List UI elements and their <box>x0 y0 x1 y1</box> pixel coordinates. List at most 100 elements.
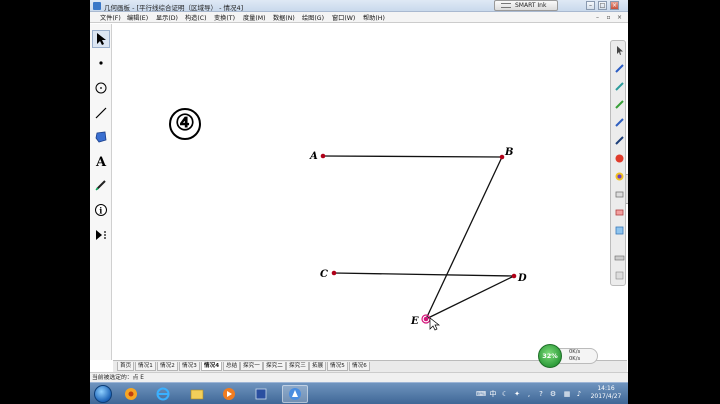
segment-de[interactable] <box>425 275 515 320</box>
menu-measure[interactable]: 度量(M) <box>243 13 266 22</box>
language-icon[interactable]: 中 <box>488 389 498 399</box>
pen-blue-2-icon[interactable] <box>613 116 625 128</box>
gear-icon[interactable]: ⚙ <box>548 389 558 399</box>
play-dots-icon <box>96 230 106 240</box>
pen-dark-icon[interactable] <box>613 134 625 146</box>
tab-extension[interactable]: 拓展 <box>309 362 327 371</box>
menu-display[interactable]: 显示(D) <box>156 13 178 22</box>
help-icon[interactable]: ? <box>536 389 546 399</box>
doc-restore-icon[interactable]: ▫ <box>605 14 612 21</box>
memory-percent: 32% <box>538 344 562 368</box>
taskbar-app-film[interactable] <box>248 385 274 403</box>
eraser-icon[interactable] <box>613 188 625 200</box>
menu-bar: 文件(F) 编辑(E) 显示(D) 构造(C) 变换(T) 度量(M) 数据(N… <box>90 12 628 23</box>
tab-case-2[interactable]: 情况2 <box>157 362 178 371</box>
arrow-select-tool[interactable] <box>92 30 110 48</box>
tab-summary[interactable]: 总结 <box>223 362 241 371</box>
settings-icon[interactable] <box>613 269 625 281</box>
menu-file[interactable]: 文件(F) <box>100 13 121 22</box>
clock-time: 14:16 <box>597 385 615 392</box>
pen-teal-icon[interactable] <box>613 80 625 92</box>
custom-tool[interactable] <box>92 226 110 244</box>
clock[interactable]: 14:16 2017/4/27 <box>584 385 628 401</box>
tab-explore-3[interactable]: 探究三 <box>286 362 309 371</box>
pin-icon[interactable]: ✦ <box>512 389 522 399</box>
network-icon[interactable]: ▦ <box>562 389 572 399</box>
mouse-cursor-icon <box>429 317 441 331</box>
label-e[interactable]: E <box>410 316 419 327</box>
keyboard-icon[interactable] <box>613 251 625 263</box>
highlighter-red-icon[interactable] <box>613 152 625 164</box>
info-icon: i <box>95 204 107 216</box>
taskbar-app-explorer[interactable] <box>184 385 210 403</box>
smart-ink-label: SMART Ink <box>515 2 547 9</box>
polygon-icon <box>95 131 107 143</box>
segment-be[interactable] <box>425 156 503 320</box>
point-e[interactable] <box>423 316 429 322</box>
menu-transform[interactable]: 变换(T) <box>214 13 235 22</box>
moon-icon[interactable]: ☾ <box>500 389 510 399</box>
menu-construct[interactable]: 构造(C) <box>185 13 207 22</box>
pen-blue-icon[interactable] <box>613 62 625 74</box>
menu-help[interactable]: 帮助(H) <box>363 13 385 22</box>
folder-icon <box>190 389 204 400</box>
tab-case-3[interactable]: 情况3 <box>179 362 200 371</box>
pen-green-icon[interactable] <box>613 98 625 110</box>
highlighter-yellow-icon[interactable] <box>613 170 625 182</box>
tab-case-4[interactable]: 情况4 <box>201 362 223 371</box>
tab-case-6[interactable]: 情况6 <box>349 362 370 371</box>
info-tool[interactable]: i <box>92 201 110 219</box>
keyboard-layout-icon[interactable]: ⌨ <box>476 389 486 399</box>
segment-cd[interactable] <box>333 272 515 277</box>
tab-explore-2[interactable]: 探究二 <box>263 362 286 371</box>
straightedge-tool[interactable] <box>92 104 110 122</box>
network-speed-widget[interactable]: 0K/s 0K/s 32% <box>538 344 598 368</box>
doc-close-icon[interactable]: × <box>616 14 623 21</box>
smart-ink-toolbar[interactable]: SMART Ink <box>494 0 558 11</box>
text-tool[interactable]: A <box>92 152 110 170</box>
select-pointer-icon[interactable] <box>613 44 625 56</box>
point-c[interactable] <box>331 270 337 276</box>
volume-icon[interactable]: ♪ <box>574 389 584 399</box>
label-c[interactable]: C <box>320 269 328 280</box>
menu-edit[interactable]: 编辑(E) <box>127 13 148 22</box>
menu-graph[interactable]: 绘图(G) <box>302 13 324 22</box>
media-icon <box>125 388 137 400</box>
point-b[interactable] <box>499 154 505 160</box>
start-button[interactable] <box>94 385 112 403</box>
menu-data[interactable]: 数据(N) <box>273 13 295 22</box>
tab-case-5[interactable]: 情况5 <box>327 362 348 371</box>
taskbar-app-media[interactable] <box>118 385 144 403</box>
taskbar-app-player[interactable] <box>216 385 242 403</box>
browser-icon <box>156 387 170 401</box>
doc-minimize-icon[interactable]: – <box>594 14 601 21</box>
taskbar-app-ie[interactable] <box>150 385 176 403</box>
maximize-button[interactable]: □ <box>598 1 607 10</box>
compass-tool[interactable] <box>92 79 110 97</box>
label-d[interactable]: D <box>517 273 527 284</box>
point-d[interactable] <box>511 273 517 279</box>
tab-case-1[interactable]: 情况1 <box>135 362 156 371</box>
sketch-canvas[interactable]: ④ A B C D E » ⋮ <box>113 24 628 360</box>
tab-home[interactable]: 首页 <box>117 362 135 371</box>
point-tool[interactable] <box>92 54 110 72</box>
svg-text:A: A <box>95 155 107 168</box>
marker-tool[interactable] <box>92 176 110 194</box>
eraser-red-icon[interactable] <box>613 206 625 218</box>
segment-ab[interactable] <box>322 155 503 158</box>
geometry-figure[interactable]: A B C D E <box>113 24 627 360</box>
screen-capture-icon[interactable] <box>613 224 625 236</box>
menu-window[interactable]: 窗口(W) <box>332 13 355 22</box>
sketchpad-icon <box>289 388 301 400</box>
label-b[interactable]: B <box>504 147 513 158</box>
download-speed: 0K/s <box>569 356 581 362</box>
close-button[interactable]: × <box>610 1 619 10</box>
tab-explore-1[interactable]: 探究一 <box>240 362 263 371</box>
taskbar-app-sketchpad[interactable] <box>282 385 308 403</box>
minimize-button[interactable]: – <box>586 1 595 10</box>
circle-icon <box>95 82 107 94</box>
punctuation-icon[interactable]: , <box>524 389 534 399</box>
polygon-tool[interactable] <box>92 128 110 146</box>
label-a[interactable]: A <box>309 151 318 162</box>
point-a[interactable] <box>320 153 326 159</box>
